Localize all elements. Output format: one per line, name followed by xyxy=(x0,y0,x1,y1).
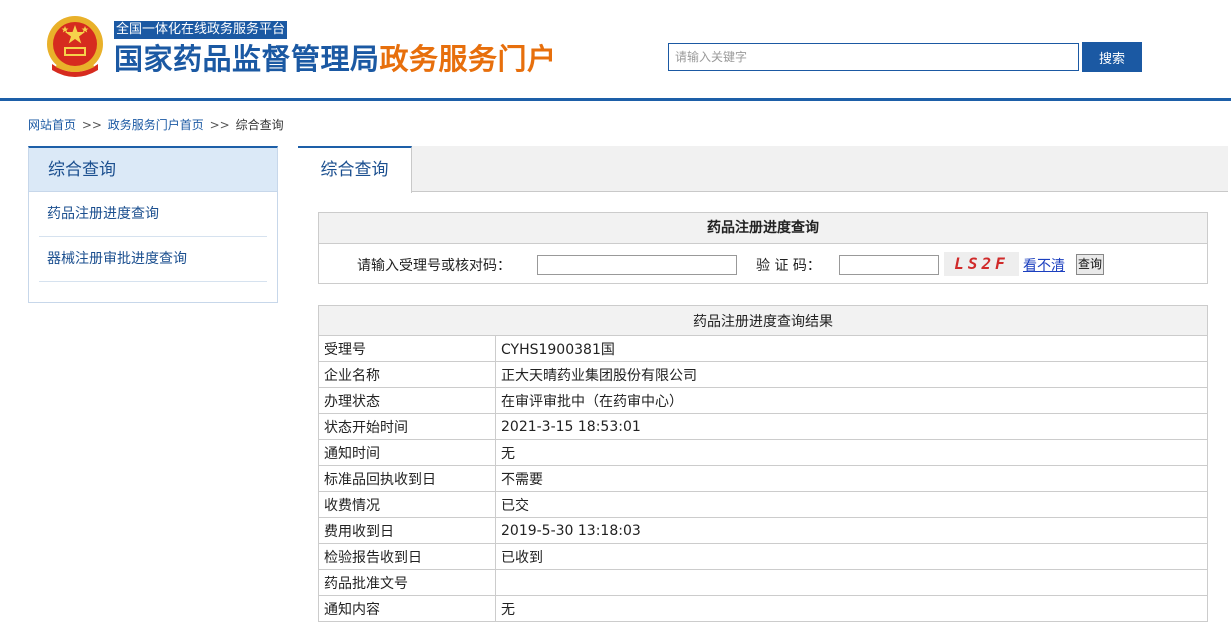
table-row: 检验报告收到日 已收到 xyxy=(318,543,1208,570)
row-key: 收费情况 xyxy=(318,491,496,518)
captcha-input[interactable] xyxy=(839,255,939,275)
table-row: 状态开始时间 2021-3-15 18:53:01 xyxy=(318,413,1208,440)
table-row: 药品批准文号 xyxy=(318,569,1208,596)
table-row: 通知内容无 xyxy=(318,595,1208,622)
row-key: 办理状态 xyxy=(318,387,496,414)
site-title[interactable]: 国家药品监督管理局政务服务门户 xyxy=(114,39,557,79)
sidebar-item-device-registration[interactable]: 器械注册审批进度查询 xyxy=(39,237,267,282)
query-button[interactable]: 查询 xyxy=(1076,254,1105,275)
site-title-sub: 政务服务门户 xyxy=(379,42,557,76)
query-form-title: 药品注册进度查询 xyxy=(319,213,1207,244)
sidebar-item-drug-registration[interactable]: 药品注册进度查询 xyxy=(39,192,267,237)
row-value: 已交 xyxy=(495,491,1208,518)
accept-number-label: 请输入受理号或核对码： xyxy=(357,258,511,274)
row-value: 不需要 xyxy=(495,465,1208,492)
tab-comprehensive-query[interactable]: 综合查询 xyxy=(298,146,412,193)
tab-bar: 综合查询 xyxy=(298,146,1228,193)
table-row: 收费情况 已交 xyxy=(318,491,1208,518)
row-key: 状态开始时间 xyxy=(318,413,496,440)
captcha-image[interactable]: LS2F xyxy=(944,252,1019,276)
breadcrumb-current: 综合查询 xyxy=(235,118,284,132)
row-key: 标准品回执收到日 xyxy=(318,465,496,492)
platform-tag: 全国一体化在线政务服务平台 xyxy=(114,21,288,39)
table-row: 受理号 CYHS1900381国 xyxy=(318,335,1208,362)
query-form-row: 请输入受理号或核对码： 验 证 码： LS2F 看不清 查询 xyxy=(319,244,1207,284)
row-value: 无 xyxy=(495,595,1208,622)
row-value: 2019-5-30 13:18:03 xyxy=(495,517,1208,544)
row-key: 费用收到日 xyxy=(318,517,496,544)
row-value: 无 xyxy=(495,439,1208,466)
breadcrumb-separator: >> xyxy=(209,118,230,132)
row-key: 检验报告收到日 xyxy=(318,543,496,570)
row-key: 通知时间 xyxy=(318,439,496,466)
row-key: 通知内容 xyxy=(318,595,496,622)
accept-number-input[interactable] xyxy=(537,255,737,275)
sidebar: 综合查询 药品注册进度查询 器械注册审批进度查询 xyxy=(28,146,278,303)
table-row: 通知时间无 xyxy=(318,439,1208,466)
site-header: 全国一体化在线政务服务平台 国家药品监督管理局政务服务门户 搜索 xyxy=(0,0,1231,98)
row-value: 正大天晴药业集团股份有限公司 xyxy=(495,361,1208,388)
row-key: 药品批准文号 xyxy=(318,569,496,596)
row-key: 企业名称 xyxy=(318,361,496,388)
row-key: 受理号 xyxy=(318,335,496,362)
search-input[interactable] xyxy=(668,43,1079,71)
breadcrumb-separator: >> xyxy=(81,118,102,132)
breadcrumb: 网站首页 >> 政务服务门户首页 >> 综合查询 xyxy=(28,116,284,133)
captcha-label: 验 证 码： xyxy=(756,258,821,274)
header-divider xyxy=(0,98,1231,101)
breadcrumb-portal-home[interactable]: 政务服务门户首页 xyxy=(108,118,204,132)
row-value xyxy=(495,569,1208,596)
table-row: 办理状态 在审评审批中（在药审中心） xyxy=(318,387,1208,414)
site-title-main: 国家药品监督管理局 xyxy=(114,42,380,76)
row-value: 已收到 xyxy=(495,543,1208,570)
breadcrumb-home[interactable]: 网站首页 xyxy=(28,118,76,132)
national-emblem-icon xyxy=(47,16,103,77)
result-table-title: 药品注册进度查询结果 xyxy=(318,305,1208,336)
query-form: 药品注册进度查询 请输入受理号或核对码： 验 证 码： LS2F 看不清 查询 xyxy=(318,212,1208,284)
captcha-refresh-link[interactable]: 看不清 xyxy=(1023,255,1065,275)
search-button[interactable]: 搜索 xyxy=(1082,42,1142,72)
row-value: CYHS1900381国 xyxy=(495,335,1208,362)
table-row: 费用收到日 2019-5-30 13:18:03 xyxy=(318,517,1208,544)
row-value: 在审评审批中（在药审中心） xyxy=(495,387,1208,414)
result-table: 药品注册进度查询结果 受理号 CYHS1900381国 企业名称 正大天晴药业集团股… xyxy=(318,305,1208,622)
row-value: 2021-3-15 18:53:01 xyxy=(495,413,1208,440)
table-row: 企业名称 正大天晴药业集团股份有限公司 xyxy=(318,361,1208,388)
table-row: 标准品回执收到日 不需要 xyxy=(318,465,1208,492)
sidebar-title: 综合查询 xyxy=(29,148,277,192)
